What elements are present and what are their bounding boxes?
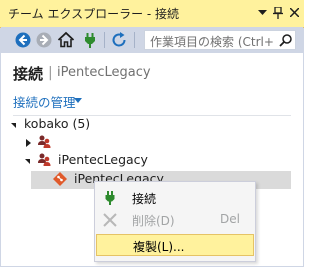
menu-item-label: 接続 bbox=[132, 192, 157, 206]
menu-item-connect[interactable]: 接続 bbox=[96, 187, 254, 209]
window-options-button[interactable] bbox=[254, 4, 270, 21]
back-button[interactable] bbox=[13, 30, 33, 50]
back-icon bbox=[15, 32, 31, 48]
connect-icon bbox=[105, 191, 115, 205]
expand-closed-icon[interactable] bbox=[26, 139, 31, 147]
window-title: チーム エクスプローラー - 接続 bbox=[8, 7, 180, 21]
toolbar: 作業項目の検索 (Ctrl+ bbox=[1, 27, 303, 53]
title-bar: チーム エクスプローラー - 接続 bbox=[0, 0, 304, 28]
tree-collection-2[interactable]: iPentecLegacy bbox=[58, 152, 148, 170]
pin-icon bbox=[273, 6, 283, 19]
context-menu: 接続 削除(D) Del 複製(L)... bbox=[94, 181, 256, 262]
close-button[interactable] bbox=[286, 4, 302, 21]
manage-connections-dropdown-icon[interactable] bbox=[74, 98, 82, 103]
team-collection-icon bbox=[38, 153, 51, 166]
team-explorer-window: チーム エクスプローラー - 接続 作業項目の検索 (Ctrl+ 接続 | iP… bbox=[0, 0, 304, 267]
menu-item-shortcut: Del bbox=[220, 212, 240, 226]
forward-button[interactable] bbox=[34, 30, 54, 50]
work-item-search[interactable]: 作業項目の検索 (Ctrl+ bbox=[144, 30, 296, 50]
current-server: iPentecLegacy bbox=[57, 65, 151, 80]
refresh-icon bbox=[112, 32, 126, 47]
git-project-icon bbox=[53, 172, 67, 186]
expand-open-icon[interactable] bbox=[11, 123, 16, 128]
pin-button[interactable] bbox=[270, 4, 286, 21]
menu-item-label: 削除(D) bbox=[132, 214, 175, 228]
page-title: 接続 bbox=[13, 65, 44, 83]
delete-icon bbox=[103, 213, 117, 227]
tree-root-server[interactable]: kobako (5) bbox=[24, 116, 90, 134]
toolbar-separator bbox=[134, 32, 135, 48]
forward-icon bbox=[36, 32, 52, 48]
home-icon bbox=[57, 31, 75, 48]
title-separator: | bbox=[48, 65, 53, 81]
chevron-down-icon bbox=[257, 10, 267, 15]
home-button[interactable] bbox=[56, 30, 76, 50]
connect-button[interactable] bbox=[80, 30, 100, 50]
expand-open-icon[interactable] bbox=[25, 159, 30, 164]
connect-icon bbox=[85, 33, 95, 48]
close-icon bbox=[288, 7, 300, 18]
search-placeholder: 作業項目の検索 (Ctrl+ bbox=[150, 35, 274, 49]
refresh-button[interactable] bbox=[109, 30, 129, 50]
menu-item-delete[interactable]: 削除(D) Del bbox=[96, 209, 254, 231]
menu-item-label: 複製(L)... bbox=[133, 240, 185, 254]
team-collection-icon bbox=[38, 135, 51, 148]
menu-item-clone[interactable]: 複製(L)... bbox=[96, 234, 254, 256]
search-icon[interactable] bbox=[279, 33, 293, 47]
manage-connections-link[interactable]: 接続の管理 bbox=[13, 92, 76, 111]
toolbar-separator bbox=[104, 32, 105, 48]
